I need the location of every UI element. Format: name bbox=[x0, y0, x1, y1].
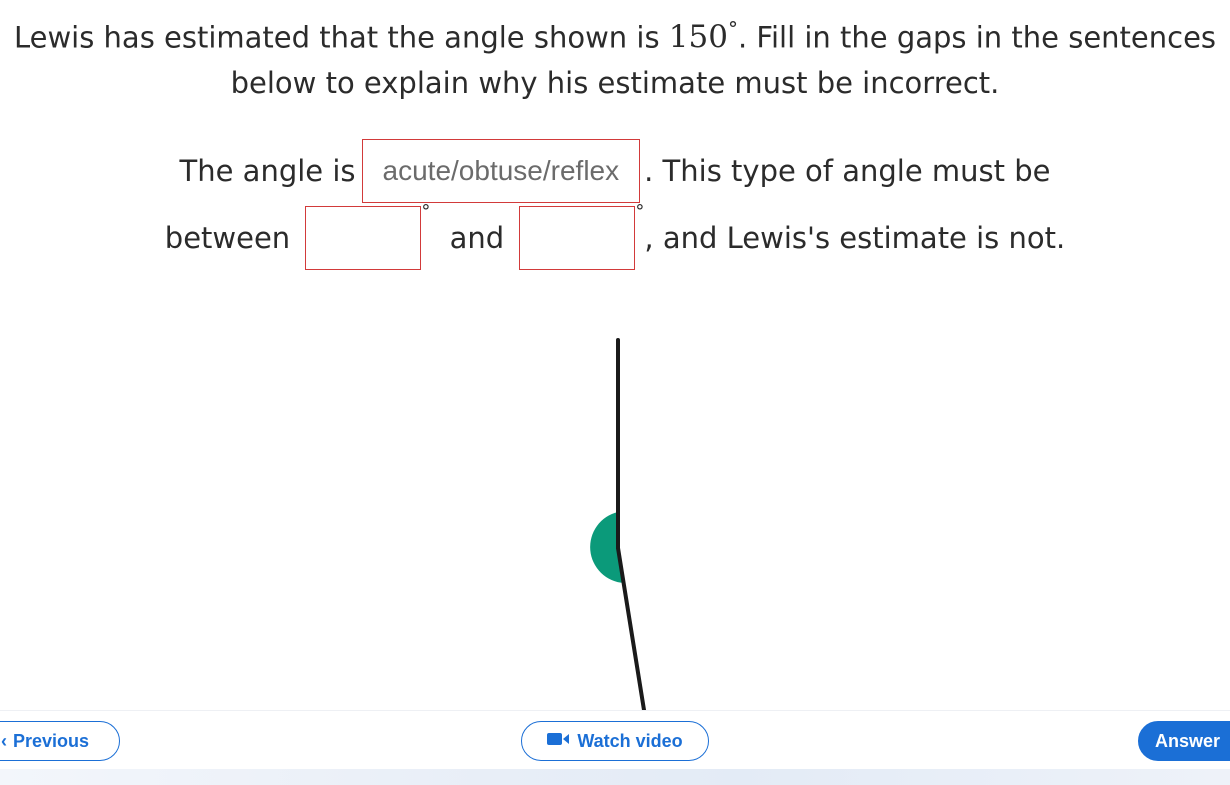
watch-video-button[interactable]: Watch video bbox=[521, 721, 709, 761]
previous-button-label: Previous bbox=[13, 731, 90, 751]
video-camera-icon bbox=[547, 721, 571, 759]
bottom-navigation-bar: ‹ Previous Watch video Answer bbox=[0, 710, 1230, 771]
watch-video-label: Watch video bbox=[577, 731, 683, 751]
question-page: Lewis has estimated that the angle shown… bbox=[0, 0, 1230, 785]
angle-ray-lower bbox=[616, 546, 646, 712]
previous-button[interactable]: ‹ Previous bbox=[0, 721, 120, 761]
chevron-left-icon: ‹ bbox=[1, 731, 7, 751]
answer-button-label: Answer bbox=[1155, 731, 1221, 751]
angle-diagram bbox=[590, 338, 646, 712]
bottom-strip bbox=[0, 769, 1230, 785]
answer-button[interactable]: Answer bbox=[1138, 721, 1230, 761]
